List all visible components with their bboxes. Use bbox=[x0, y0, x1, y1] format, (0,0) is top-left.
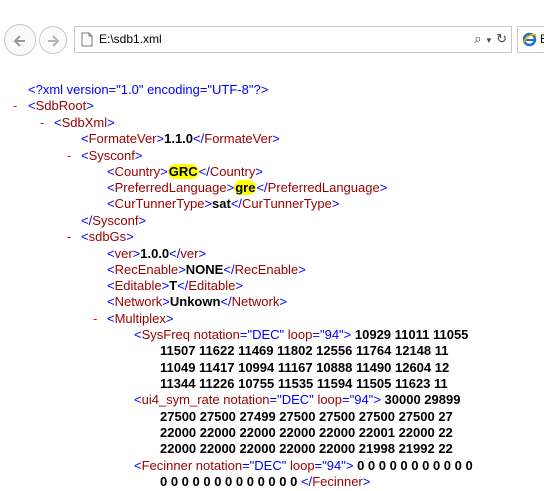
sysfreq-values-line: 11049 11417 10994 11167 10888 11490 1260… bbox=[160, 360, 450, 375]
forward-button[interactable] bbox=[39, 26, 67, 54]
sysfreq-values-line: 11507 11622 11469 11802 12556 11764 1214… bbox=[160, 343, 449, 358]
preferredlanguage-element: <PreferredLanguage>gre</PreferredLanguag… bbox=[107, 180, 388, 195]
country-value-highlight: GRC bbox=[167, 164, 199, 179]
collapse-toggle[interactable]: - bbox=[67, 229, 71, 245]
ver-element: <ver>1.0.0</ver> bbox=[107, 246, 207, 261]
search-icon[interactable]: ⌕ bbox=[474, 31, 481, 46]
sdbgs-open-tag: <sdbGs> bbox=[81, 229, 134, 244]
sysconf-open-tag: <Sysconf> bbox=[81, 148, 143, 163]
fecinner-open-tag: <Fecinner notation="DEC" loop="94"> 0 0 … bbox=[134, 458, 473, 473]
network-element: <Network>Unkown</Network> bbox=[107, 294, 287, 309]
symrate-values-line: 22000 22000 22000 22000 22000 22001 2200… bbox=[160, 425, 453, 440]
tab-title: E bbox=[540, 32, 544, 46]
browser-tab[interactable]: E bbox=[517, 26, 544, 53]
xml-declaration: <?xml version="1.0" encoding="UTF-8"?> bbox=[28, 82, 269, 97]
back-button[interactable] bbox=[4, 24, 36, 56]
collapse-toggle[interactable]: - bbox=[13, 98, 17, 114]
forward-arrow-icon bbox=[48, 35, 60, 47]
collapse-toggle[interactable]: - bbox=[67, 148, 71, 164]
curtunnertype-element: <CurTunnerType>sat</CurTunnerType> bbox=[107, 196, 340, 211]
multiplex-open-tag: <Multiplex> bbox=[107, 311, 174, 326]
language-value-highlight: gre bbox=[234, 180, 257, 195]
file-icon bbox=[81, 32, 93, 47]
sysfreq-values-line: 11344 11226 10755 11535 11594 11505 1162… bbox=[160, 376, 448, 391]
symrate-values-line: 22000 22000 22000 22000 22000 21998 2199… bbox=[160, 441, 453, 456]
address-url[interactable]: E:\sdb1.xml bbox=[99, 32, 162, 46]
address-tools: ⌕ ▾ ↻ bbox=[469, 31, 507, 47]
address-bar[interactable]: E:\sdb1.xml ⌕ ▾ ↻ bbox=[74, 26, 512, 53]
fecinner-values-line: 0 0 0 0 0 0 0 0 0 0 0 0 0 </Fecinner> bbox=[160, 474, 371, 489]
editable-element: <Editable>T</Editable> bbox=[107, 278, 243, 293]
sysfreq-open-tag: <SysFreq notation="DEC" loop="94"> 10929… bbox=[134, 327, 469, 342]
collapse-toggle[interactable]: - bbox=[93, 311, 97, 327]
refresh-icon[interactable]: ↻ bbox=[496, 31, 507, 46]
sysconf-close-tag: </Sysconf> bbox=[81, 213, 147, 228]
symrate-values-line: 27500 27500 27499 27500 27500 27500 2750… bbox=[160, 409, 453, 424]
ie-logo-icon bbox=[522, 32, 537, 47]
dropdown-icon[interactable]: ▾ bbox=[487, 35, 492, 45]
collapse-toggle[interactable]: - bbox=[40, 115, 44, 131]
recenable-element: <RecEnable>NONE</RecEnable> bbox=[107, 262, 306, 277]
symrate-open-tag: <ui4_sym_rate notation="DEC" loop="94"> … bbox=[134, 392, 461, 407]
country-element: <Country>GRC</Country> bbox=[107, 164, 263, 179]
sdbxml-open-tag: <SdbXml> bbox=[54, 115, 115, 130]
sdbroot-open-tag: <SdbRoot> bbox=[28, 98, 94, 113]
back-arrow-icon bbox=[13, 35, 25, 47]
formatever-element: <FormateVer>1.1.0</FormateVer> bbox=[81, 131, 280, 146]
browser-toolbar: E:\sdb1.xml ⌕ ▾ ↻ E bbox=[0, 0, 544, 70]
